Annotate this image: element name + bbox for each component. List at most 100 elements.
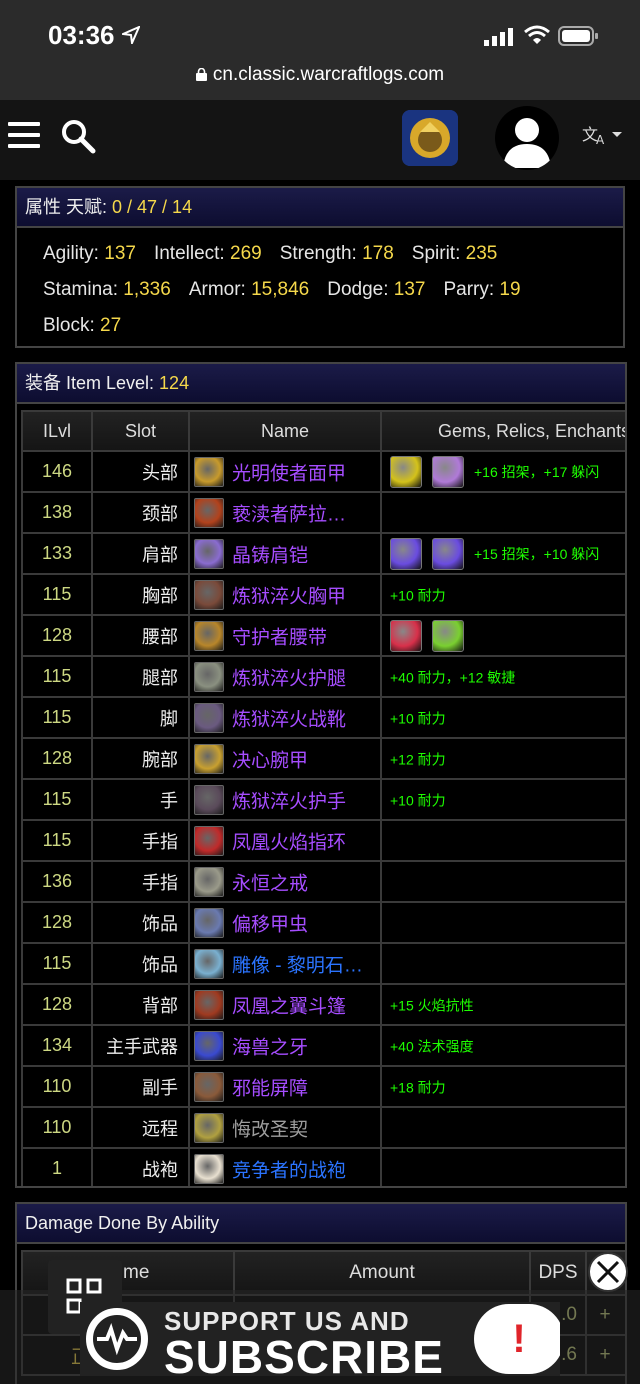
item-icon[interactable] <box>194 579 224 610</box>
item-name-link[interactable]: 炼狱淬火战靴 <box>232 709 346 730</box>
menu-icon[interactable] <box>8 122 40 150</box>
item-name-link[interactable]: 决心腕甲 <box>232 750 308 771</box>
item-name-cell[interactable]: 决心腕甲 <box>188 737 382 780</box>
col-name[interactable]: Name <box>188 410 382 452</box>
item-name-link[interactable]: 晶铸肩铠 <box>232 545 308 566</box>
item-name-link[interactable]: 炼狱淬火胸甲 <box>232 586 346 607</box>
item-name-cell[interactable]: 炼狱淬火胸甲 <box>188 573 382 616</box>
item-icon[interactable] <box>194 907 224 938</box>
item-name-link[interactable]: 永恒之戒 <box>232 873 308 894</box>
equipment-row[interactable]: 115 饰品 雕像 - 黎明石… <box>21 942 625 985</box>
item-name-link[interactable]: 竞争者的战袍 <box>232 1160 346 1181</box>
equipment-row[interactable]: 110 副手 邪能屏障 +18 耐力 <box>21 1065 625 1108</box>
item-name-link[interactable]: 偏移甲虫 <box>232 914 308 935</box>
col-amount[interactable]: Amount <box>233 1250 531 1296</box>
item-name-cell[interactable]: 亵渎者萨拉… <box>188 491 382 534</box>
equipment-row[interactable]: 128 腕部 决心腕甲 +12 耐力 <box>21 737 625 780</box>
equipment-row[interactable]: 115 手 炼狱淬火护手 +10 耐力 <box>21 778 625 821</box>
item-name-cell[interactable]: 悔改圣契 <box>188 1106 382 1149</box>
item-icon[interactable] <box>194 1153 224 1184</box>
item-icon[interactable] <box>194 538 224 569</box>
item-enchant: +10 耐力 <box>390 710 446 727</box>
item-name-cell[interactable]: 晶铸肩铠 <box>188 532 382 575</box>
equipment-row[interactable]: 110 远程 悔改圣契 <box>21 1106 625 1149</box>
item-ilvl: 115 <box>21 778 93 821</box>
item-name-cell[interactable]: 凤凰之翼斗篷 <box>188 983 382 1026</box>
item-name-link[interactable]: 邪能屏障 <box>232 1078 308 1099</box>
item-name-link[interactable]: 守护者腰带 <box>232 627 327 648</box>
item-name-cell[interactable]: 凤凰火焰指环 <box>188 819 382 862</box>
item-icon[interactable] <box>194 702 224 733</box>
item-icon[interactable] <box>194 866 224 897</box>
item-name-link[interactable]: 光明使者面甲 <box>232 463 346 484</box>
lock-icon <box>195 68 207 81</box>
col-dps[interactable]: DPS <box>529 1250 587 1296</box>
equipment-row[interactable]: 115 胸部 炼狱淬火胸甲 +10 耐力 <box>21 573 625 616</box>
equipment-row[interactable]: 128 腰部 守护者腰带 <box>21 614 625 657</box>
item-slot: 主手武器 <box>91 1024 190 1067</box>
item-name-cell[interactable]: 偏移甲虫 <box>188 901 382 944</box>
item-name-cell[interactable]: 雕像 - 黎明石… <box>188 942 382 985</box>
item-name-link[interactable]: 炼狱淬火护腿 <box>232 668 346 689</box>
item-icon[interactable] <box>194 1112 224 1143</box>
item-name-link[interactable]: 凤凰火焰指环 <box>232 832 346 853</box>
equipment-row[interactable]: 115 脚 炼狱淬火战靴 +10 耐力 <box>21 696 625 739</box>
item-name-link[interactable]: 炼狱淬火护手 <box>232 791 346 812</box>
equipment-row[interactable]: 146 头部 光明使者面甲 +16 招架，+17 躲闪 <box>21 450 625 493</box>
item-name-cell[interactable]: 竞争者的战袍 <box>188 1147 382 1186</box>
col-slot[interactable]: Slot <box>91 410 190 452</box>
equipment-row[interactable]: 128 背部 凤凰之翼斗篷 +15 火焰抗性 <box>21 983 625 1026</box>
user-avatar[interactable] <box>495 106 559 170</box>
gem-icon[interactable] <box>432 537 464 570</box>
gem-icon[interactable] <box>432 619 464 652</box>
item-name-link[interactable]: 海兽之牙 <box>232 1037 308 1058</box>
item-icon[interactable] <box>194 784 224 815</box>
col-gems[interactable]: Gems, Relics, Enchants <box>380 410 625 452</box>
item-name-cell[interactable]: 守护者腰带 <box>188 614 382 657</box>
equipment-row[interactable]: 136 手指 永恒之戒 <box>21 860 625 903</box>
item-name-link[interactable]: 悔改圣契 <box>232 1119 308 1140</box>
item-name-cell[interactable]: 海兽之牙 <box>188 1024 382 1067</box>
gem-icon[interactable] <box>390 455 422 488</box>
equipment-row[interactable]: 115 手指 凤凰火焰指环 <box>21 819 625 862</box>
item-icon[interactable] <box>194 1030 224 1061</box>
address-bar[interactable]: cn.classic.warcraftlogs.com <box>0 64 640 86</box>
item-name-cell[interactable]: 炼狱淬火战靴 <box>188 696 382 739</box>
item-icon[interactable] <box>194 661 224 692</box>
item-icon[interactable] <box>194 743 224 774</box>
language-icon[interactable]: 文 A <box>582 120 626 146</box>
col-ilvl[interactable]: ILvl <box>21 410 93 452</box>
stat-value: 15,846 <box>251 279 310 300</box>
gem-icon[interactable] <box>432 455 464 488</box>
stat-value: 137 <box>104 243 136 264</box>
equipment-row[interactable]: 134 主手武器 海兽之牙 +40 法术强度 <box>21 1024 625 1067</box>
gem-icon[interactable] <box>390 619 422 652</box>
item-name-cell[interactable]: 邪能屏障 <box>188 1065 382 1108</box>
item-name-cell[interactable]: 永恒之戒 <box>188 860 382 903</box>
search-icon[interactable] <box>60 118 96 154</box>
item-icon[interactable] <box>194 620 224 651</box>
subscribe-ad[interactable]: SUPPORT US AND SUBSCRIBE ! <box>80 1302 560 1376</box>
equipment-row[interactable]: 115 腿部 炼狱淬火护腿 +40 耐力，+12 敏捷 <box>21 655 625 698</box>
item-name-cell[interactable]: 炼狱淬火护手 <box>188 778 382 821</box>
item-icon[interactable] <box>194 1071 224 1102</box>
item-name-link[interactable]: 亵渎者萨拉… <box>232 504 346 525</box>
item-name-link[interactable]: 凤凰之翼斗篷 <box>232 996 346 1017</box>
item-icon[interactable] <box>194 456 224 487</box>
alliance-crest-icon[interactable] <box>402 110 458 166</box>
item-icon[interactable] <box>194 825 224 856</box>
equipment-row[interactable]: 138 颈部 亵渎者萨拉… <box>21 491 625 534</box>
item-ilvl: 1 <box>21 1147 93 1186</box>
item-icon[interactable] <box>194 497 224 528</box>
item-name-cell[interactable]: 炼狱淬火护腿 <box>188 655 382 698</box>
ad-close-button[interactable] <box>588 1252 628 1292</box>
gem-icon[interactable] <box>390 537 422 570</box>
item-name-link[interactable]: 雕像 - 黎明石… <box>232 955 363 976</box>
equipment-row[interactable]: 1 战袍 竞争者的战袍 <box>21 1147 625 1186</box>
equipment-row[interactable]: 133 肩部 晶铸肩铠 +15 招架，+10 躲闪 <box>21 532 625 575</box>
item-icon[interactable] <box>194 948 224 979</box>
equipment-row[interactable]: 128 饰品 偏移甲虫 <box>21 901 625 944</box>
item-name-cell[interactable]: 光明使者面甲 <box>188 450 382 493</box>
wifi-icon <box>524 25 550 44</box>
item-icon[interactable] <box>194 989 224 1020</box>
